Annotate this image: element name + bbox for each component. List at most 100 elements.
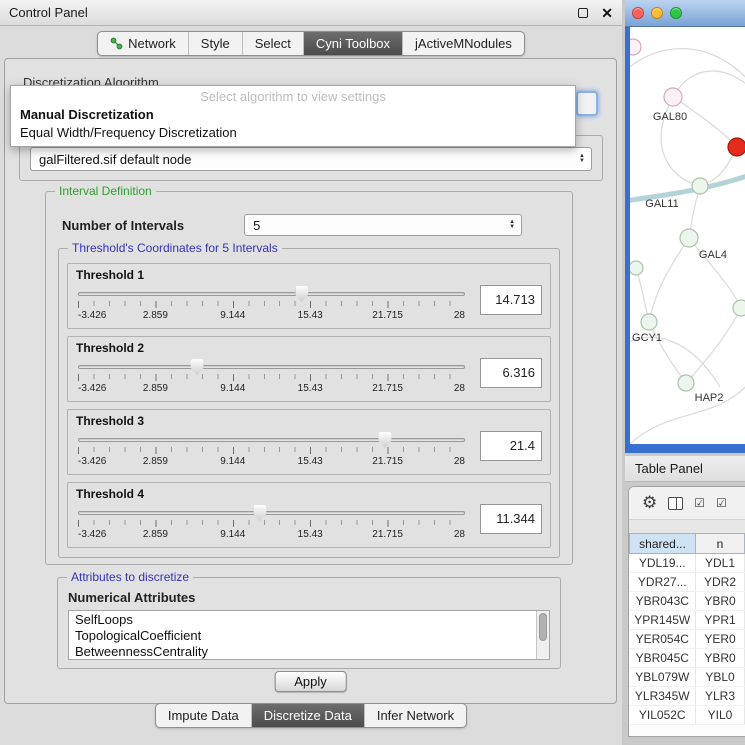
table-cell[interactable]: YLR345W — [630, 687, 696, 706]
slider-track[interactable] — [78, 292, 465, 296]
gear-icon[interactable]: ⚙ — [642, 495, 657, 512]
columns-icon[interactable] — [668, 497, 683, 510]
table-cell[interactable]: YBL0 — [696, 668, 745, 687]
tab-network[interactable]: Network — [98, 32, 188, 55]
minimize-traffic-light[interactable] — [651, 7, 663, 19]
threshold-slider[interactable]: -3.4262.8599.14415.4321.71528 — [76, 355, 467, 399]
table-cell[interactable]: YDL19... — [630, 554, 696, 573]
network-node[interactable] — [680, 229, 698, 247]
tab-style[interactable]: Style — [188, 32, 242, 55]
table-cell[interactable]: YBR0 — [696, 649, 745, 668]
table-cell[interactable]: YLR3 — [696, 687, 745, 706]
scrollbar[interactable] — [536, 611, 549, 659]
tab-label: jActiveMNodules — [415, 36, 512, 51]
slider-scale-number: 21.715 — [372, 456, 403, 467]
network-node[interactable] — [664, 88, 682, 106]
table-cell[interactable]: YBR0 — [696, 592, 745, 611]
slider-thumb[interactable] — [295, 286, 308, 302]
threshold-value-field[interactable]: 11.344 — [480, 504, 542, 534]
attribute-list-item[interactable]: SelfLoops — [75, 612, 549, 628]
network-node-label: GAL4 — [699, 249, 727, 261]
threshold-slider[interactable]: -3.4262.8599.14415.4321.71528 — [76, 501, 467, 545]
select-none-checkbox-icon[interactable]: ☑ — [716, 497, 727, 509]
slider-thumb[interactable] — [253, 505, 266, 521]
node-table: shared... n YDL19...YDL1YDR27...YDR2YBR0… — [629, 533, 745, 725]
combo-stepper-icon[interactable]: ▲▼ — [507, 220, 517, 230]
tab-jactivemodules[interactable]: jActiveMNodules — [402, 32, 524, 55]
table-row[interactable]: YDR27...YDR2 — [630, 573, 745, 592]
table-cell[interactable]: YER054C — [630, 630, 696, 649]
table-cell[interactable]: YPR145W — [630, 611, 696, 630]
table-row[interactable]: YBR045CYBR0 — [630, 649, 745, 668]
slider-thumb[interactable] — [378, 432, 391, 448]
thresholds-group: Threshold's Coordinates for 5 Intervals … — [58, 248, 560, 558]
threshold-value-field[interactable]: 6.316 — [480, 358, 542, 388]
network-node[interactable] — [641, 314, 657, 330]
combo-value: 5 — [253, 218, 260, 233]
slider-scale-number: 21.715 — [372, 383, 403, 394]
network-node[interactable] — [692, 178, 708, 194]
table-row[interactable]: YLR345WYLR3 — [630, 687, 745, 706]
table-cell[interactable]: YBR045C — [630, 649, 696, 668]
number-of-intervals-combobox[interactable]: 5 ▲▼ — [244, 214, 522, 236]
table-cell[interactable]: YIL052C — [630, 706, 696, 725]
table-row[interactable]: YER054CYER0 — [630, 630, 745, 649]
tab-cyni-toolbox[interactable]: Cyni Toolbox — [303, 32, 402, 55]
threshold-value-field[interactable]: 21.4 — [480, 431, 542, 461]
network-canvas[interactable]: GAL80GAL11GAL4GCY1HAP2 — [630, 27, 745, 444]
table-cell[interactable]: YPR1 — [696, 611, 745, 630]
close-icon[interactable]: ✕ — [601, 6, 613, 20]
table-cell[interactable]: YDR27... — [630, 573, 696, 592]
threshold-value-field[interactable]: 14.713 — [480, 285, 542, 315]
table-row[interactable]: YIL052CYIL0 — [630, 706, 745, 725]
numerical-attributes-label: Numerical Attributes — [68, 590, 195, 605]
dropdown-option-equal-width[interactable]: Equal Width/Frequency Discretization — [11, 124, 575, 142]
slider-track[interactable] — [78, 438, 465, 442]
cyni-toolbox-panel: Discretization Algorithm Select algorith… — [4, 58, 617, 704]
tab-impute-data[interactable]: Impute Data — [156, 704, 251, 727]
threshold-slider[interactable]: -3.4262.8599.14415.4321.71528 — [76, 282, 467, 326]
table-cell[interactable]: YBR043C — [630, 592, 696, 611]
table-row[interactable]: YBL079WYBL0 — [630, 668, 745, 687]
slider-scale-number: 9.144 — [220, 383, 245, 394]
network-node[interactable] — [630, 261, 643, 275]
combo-stepper-icon[interactable]: ▲▼ — [577, 154, 587, 164]
tab-infer-network[interactable]: Infer Network — [364, 704, 466, 727]
tab-discretize-data[interactable]: Discretize Data — [251, 704, 364, 727]
algorithm-dropdown-popup: Select algorithm to view settings Manual… — [10, 85, 576, 147]
attribute-list-item[interactable]: BetweennessCentrality — [75, 644, 549, 660]
select-all-checkbox-icon[interactable]: ☑ — [694, 497, 705, 509]
float-window-icon[interactable] — [578, 8, 588, 18]
table-cell[interactable]: YDL1 — [696, 554, 745, 573]
combo-value: galFiltered.sif default node — [39, 152, 191, 167]
column-header-name[interactable]: n — [696, 534, 745, 554]
scrollbar-thumb[interactable] — [539, 613, 547, 641]
bottom-tab-bar: Impute Data Discretize Data Infer Networ… — [0, 703, 622, 728]
table-cell[interactable]: YIL0 — [696, 706, 745, 725]
zoom-traffic-light[interactable] — [670, 7, 682, 19]
network-node[interactable] — [728, 138, 745, 156]
slider-thumb[interactable] — [191, 359, 204, 375]
network-node[interactable] — [733, 300, 745, 316]
network-node[interactable] — [630, 39, 641, 55]
table-row[interactable]: YPR145WYPR1 — [630, 611, 745, 630]
network-node[interactable] — [678, 375, 694, 391]
table-cell[interactable]: YBL079W — [630, 668, 696, 687]
close-traffic-light[interactable] — [632, 7, 644, 19]
slider-track[interactable] — [78, 365, 465, 369]
table-data-combobox[interactable]: galFiltered.sif default node ▲▼ — [30, 147, 592, 171]
tab-select[interactable]: Select — [242, 32, 303, 55]
toolbar-divider — [629, 520, 745, 533]
slider-track[interactable] — [78, 511, 465, 515]
table-cell[interactable]: YDR2 — [696, 573, 745, 592]
column-header-shared-name[interactable]: shared... — [630, 534, 696, 554]
algorithm-combobox-fragment[interactable] — [576, 91, 598, 116]
table-cell[interactable]: YER0 — [696, 630, 745, 649]
threshold-slider[interactable]: -3.4262.8599.14415.4321.71528 — [76, 428, 467, 472]
dropdown-option-manual-discretization[interactable]: Manual Discretization — [11, 106, 575, 124]
table-row[interactable]: YDL19...YDL1 — [630, 554, 745, 573]
apply-button[interactable]: Apply — [274, 671, 347, 692]
attribute-list-item[interactable]: TopologicalCoefficient — [75, 628, 549, 644]
network-window-titlebar[interactable] — [625, 0, 745, 27]
table-row[interactable]: YBR043CYBR0 — [630, 592, 745, 611]
